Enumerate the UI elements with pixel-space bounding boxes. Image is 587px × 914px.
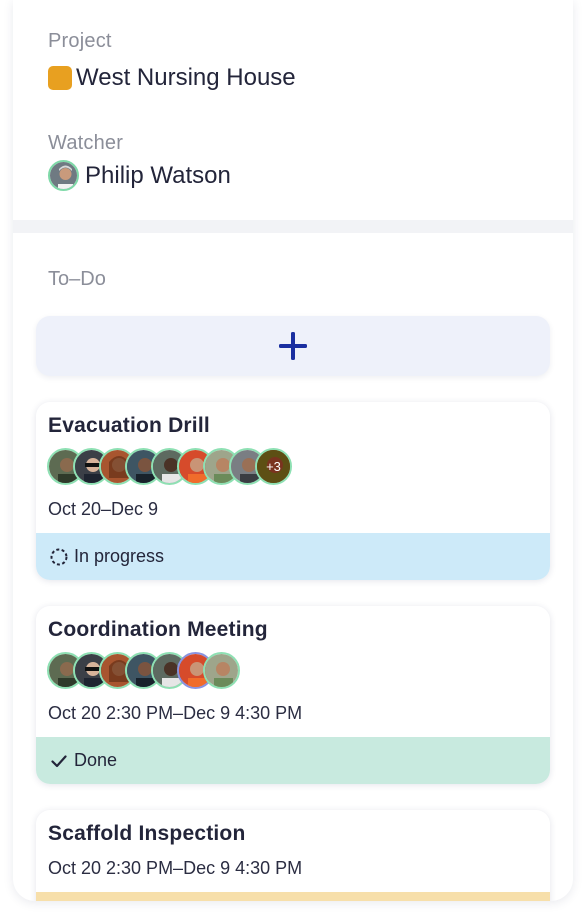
watcher-value[interactable]: Philip Watson: [48, 160, 231, 191]
task-title: Coordination Meeting: [48, 618, 268, 641]
project-color-swatch: [48, 66, 72, 90]
task-title: Scaffold Inspection: [48, 822, 246, 845]
add-todo-button[interactable]: [36, 316, 550, 376]
plus-icon: [279, 332, 307, 360]
todo-label: To–Do: [48, 268, 106, 290]
avatar: [203, 652, 240, 689]
status-label: Done: [74, 750, 118, 770]
more-count: +3: [266, 459, 281, 474]
task-date: Oct 20 2:30 PM–Dec 9 4:30 PM: [48, 703, 303, 723]
assignee-avatars[interactable]: [47, 652, 240, 689]
watcher-name: Philip Watson: [85, 161, 231, 189]
status-bar[interactable]: Done: [36, 737, 550, 784]
task-date: Oct 20–Dec 9: [48, 499, 159, 519]
details-section: Project West Nursing House Watcher Phili…: [13, 0, 573, 220]
task-details-panel: Project West Nursing House Watcher Phili…: [13, 0, 573, 901]
project-value[interactable]: West Nursing House: [48, 64, 296, 92]
project-label: Project: [48, 30, 112, 52]
section-divider: [13, 220, 573, 233]
progress-spinner-icon: [50, 548, 68, 566]
more-assignees-badge[interactable]: +3: [255, 448, 292, 485]
task-date: Oct 20 2:30 PM–Dec 9 4:30 PM: [48, 858, 303, 878]
status-bar[interactable]: In progress: [36, 533, 550, 580]
watcher-label: Watcher: [48, 132, 124, 154]
task-card[interactable]: Coordination Meeting Oct 20 2:30 PM–Dec …: [36, 606, 550, 784]
status-label: In progress: [74, 546, 165, 566]
check-icon: [50, 752, 68, 770]
task-card[interactable]: Scaffold Inspection Oct 20 2:30 PM–Dec 9…: [36, 810, 550, 901]
project-name: West Nursing House: [76, 64, 296, 91]
assignee-avatars[interactable]: +3: [47, 448, 292, 485]
task-card[interactable]: Evacuation Drill +3 Oct 20–Dec 9 In prog…: [36, 402, 550, 580]
watcher-avatar: [48, 160, 79, 191]
status-bar[interactable]: [36, 892, 550, 901]
task-title: Evacuation Drill: [48, 414, 210, 437]
